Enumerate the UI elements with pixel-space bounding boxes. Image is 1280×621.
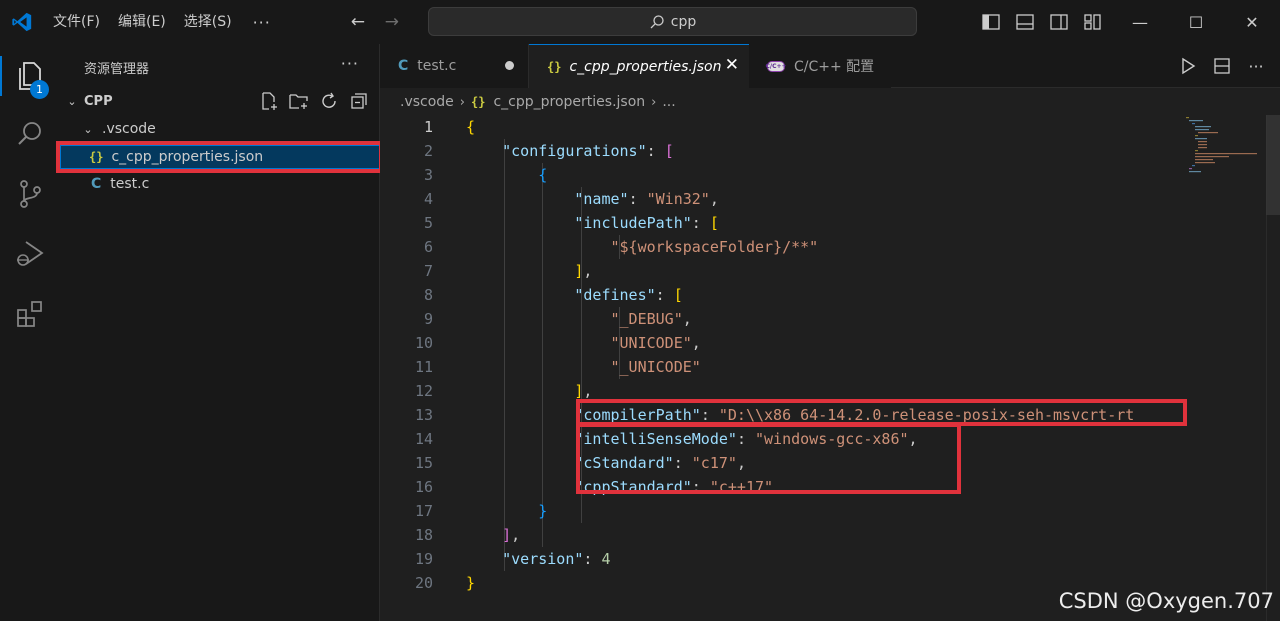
sidebar-title: 资源管理器 [84,62,150,77]
search-icon [18,122,41,145]
json-file-icon: {} [471,95,486,109]
breadcrumb-file[interactable]: c_cpp_properties.json [493,94,645,110]
tab-test-c[interactable]: C test.c [380,44,529,88]
activity-bar: 1 [0,44,60,621]
breadcrumb-folder[interactable]: .vscode [400,94,454,110]
extensions-activity-button[interactable] [0,286,60,342]
back-arrow-icon[interactable]: ← [341,12,375,32]
tab-c-cpp-properties[interactable]: {} c_cpp_properties.json ✕ [529,44,749,89]
code-line: 16 "cppStandard": "c++17" [414,478,774,496]
split-editor-icon[interactable] [1212,56,1232,76]
refresh-icon[interactable] [318,90,340,112]
tree-root-label: CPP [84,93,113,109]
unsaved-dot-icon [505,61,514,70]
code-line: 13 "compilerPath": "D:\\x86_64-14.2.0-re… [414,406,1135,424]
maximize-icon[interactable]: ☐ [1168,0,1224,44]
run-debug-activity-button[interactable] [0,226,60,282]
menu-file[interactable]: 文件(F) [44,0,109,44]
customize-layout-icon[interactable] [1082,11,1104,33]
extensions-icon [17,301,42,327]
breadcrumb: .vscode › {} c_cpp_properties.json › ... [380,89,1280,115]
watermark: CSDN @Oxygen.707 [1058,589,1274,613]
new-folder-icon[interactable] [288,90,310,112]
code-line: 7 ], [423,262,593,280]
source-control-activity-button[interactable] [0,166,60,222]
code-line: 8 "defines": [ [423,286,683,304]
code-line: 19 "version": 4 [414,550,611,568]
code-line: 1{ [423,118,476,136]
toggle-secondary-sidebar-icon[interactable] [1048,11,1070,33]
code-line: 10 "UNICODE", [414,334,701,352]
code-line: 18 ], [414,526,521,544]
menu-selection[interactable]: 选择(S) [175,0,241,44]
tab-cpp-config[interactable]: C/C++ C/C++ 配置 [749,44,891,88]
tab-label: test.c [417,58,457,74]
tab-label: C/C++ 配置 [794,59,875,75]
vertical-scrollbar[interactable] [1266,115,1280,621]
search-activity-button[interactable] [0,106,60,162]
code-line: 2 "configurations": [ [423,142,674,160]
tree-file-c-cpp-properties[interactable]: {} c_cpp_properties.json [60,145,380,169]
code-line: 6 "${workspaceFolder}/**" [423,238,819,256]
code-line: 11 "_UNICODE" [414,358,701,376]
search-icon [650,14,664,28]
run-debug-icon [17,241,44,266]
toggle-primary-sidebar-icon[interactable] [980,11,1002,33]
explorer-badge: 1 [30,80,49,99]
command-center-search[interactable]: cpp [428,7,917,36]
c-file-icon: C [398,58,409,74]
code-line: 5 "includePath": [ [423,214,719,232]
tree-folder-label: .vscode [102,121,156,137]
toggle-panel-icon[interactable] [1014,11,1036,33]
run-icon[interactable] [1178,56,1198,76]
editor-tab-bar: C test.c {} c_cpp_properties.json ✕ C/C+… [380,44,1280,89]
code-line: 3 { [423,166,548,184]
code-line: 17 } [414,502,548,520]
close-window-icon[interactable]: ✕ [1224,0,1280,44]
vscode-logo-icon [0,0,44,44]
explorer-activity-button[interactable]: 1 [0,48,60,104]
tree-file-label: test.c [110,176,150,192]
menu-more-button[interactable]: ··· [241,13,283,32]
more-actions-icon[interactable]: ··· [1246,56,1266,76]
minimap[interactable] [1180,115,1266,275]
code-editor[interactable]: 1{ 2 "configurations": [ 3 { 4 "name": "… [380,115,1280,621]
sidebar-more-button[interactable]: ··· [341,54,359,73]
chevron-right-icon: › [651,94,657,110]
search-text: cpp [670,13,697,30]
code-line: 12 ], [414,382,593,400]
tab-label: c_cpp_properties.json [569,59,722,75]
json-file-icon: {} [547,60,562,74]
close-tab-icon[interactable]: ✕ [725,55,739,75]
tree-file-test-c[interactable]: C test.c [60,172,380,196]
chevron-down-icon: ⌄ [83,122,93,136]
menu-edit[interactable]: 编辑(E) [109,0,175,44]
tree-root-cpp[interactable]: ⌄ CPP [60,89,380,113]
explorer-sidebar: 资源管理器 ··· ⌄ CPP ⌄ .vscode {} c_cpp_prope… [60,44,380,621]
chevron-down-icon: ⌄ [67,94,77,108]
title-bar: 文件(F) 编辑(E) 选择(S) ··· ← → cpp — ☐ ✕ [0,0,1280,44]
chevron-right-icon: › [459,94,465,110]
cpp-extension-icon: C/C++ [765,60,787,72]
scrollbar-thumb[interactable] [1266,115,1280,215]
c-file-icon: C [91,176,102,192]
forward-arrow-icon[interactable]: → [375,12,409,32]
source-control-icon [20,180,41,208]
code-line: 4 "name": "Win32", [423,190,719,208]
code-line: 9 "_DEBUG", [423,310,692,328]
breadcrumb-symbol[interactable]: ... [662,94,675,110]
tree-folder-vscode[interactable]: ⌄ .vscode [60,117,380,141]
code-line: 14 "intelliSenseMode": "windows-gcc-x86"… [414,430,918,448]
collapse-all-icon[interactable] [348,90,370,112]
code-line: 15 "cStandard": "c17", [414,454,746,472]
minimize-icon[interactable]: — [1112,0,1168,44]
json-file-icon: {} [89,150,104,164]
tree-file-label: c_cpp_properties.json [111,149,264,165]
new-file-icon[interactable] [258,90,280,112]
